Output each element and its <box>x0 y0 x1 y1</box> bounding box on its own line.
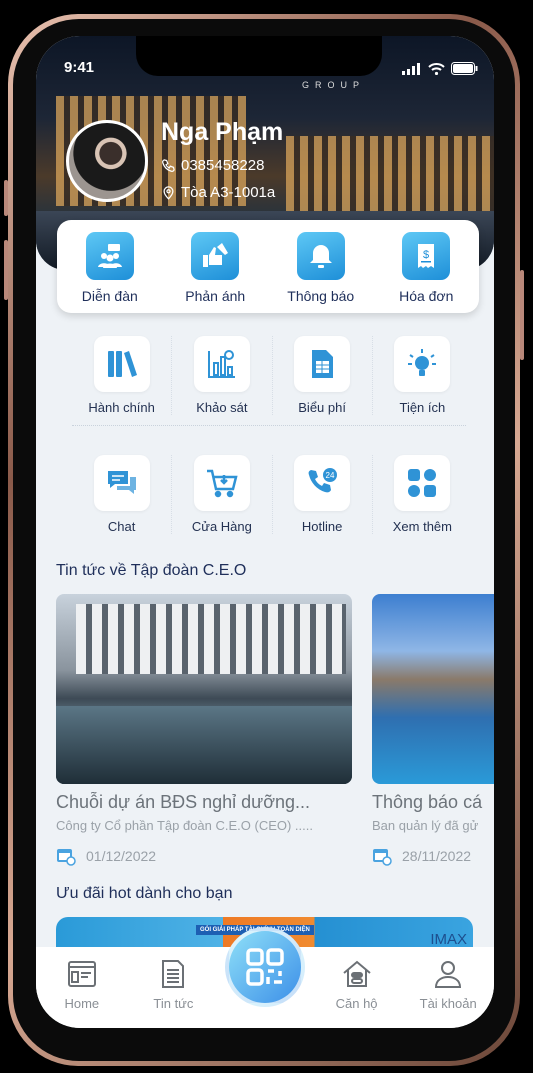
service-item[interactable]: Biểu phí <box>273 336 373 415</box>
side-button <box>520 270 524 360</box>
service-item[interactable]: Tiện ích <box>373 336 472 415</box>
qr-scan-button[interactable] <box>225 927 305 1007</box>
service-label: Khảo sát <box>196 400 248 415</box>
quick-action-1[interactable]: Phản ánh <box>163 220 269 313</box>
quick-action-0[interactable]: Diễn đàn <box>57 220 163 313</box>
service-label: Chat <box>107 519 136 534</box>
qr-code-icon <box>246 948 284 986</box>
quick-action-label: Diễn đàn <box>81 288 138 304</box>
news-image <box>372 594 494 784</box>
calendar-clock-icon <box>57 849 76 866</box>
service-item[interactable]: Khảo sát <box>172 336 273 415</box>
nav-label: Home <box>64 996 100 1011</box>
news-title: Chuỗi dự án BĐS nghỉ dưỡng... <box>56 792 311 812</box>
signal-icon <box>402 62 420 75</box>
quick-action-label: Phản ánh <box>185 288 246 304</box>
user-name: Nga Phạm <box>161 118 284 146</box>
side-button <box>4 180 8 216</box>
service-item[interactable]: Xem thêm <box>373 455 472 534</box>
binders-icon <box>93 336 150 392</box>
news-subtitle: Công ty Cổ phần Tập đoàn C.E.O (CEO) ...… <box>56 818 313 833</box>
nav-item[interactable]: Home <box>36 947 128 1028</box>
user-phone: 0385458228 <box>161 157 264 174</box>
more-grid-icon <box>394 455 451 511</box>
feedback-icon <box>191 232 240 280</box>
quick-action-3[interactable]: $ Hóa đơn <box>374 220 480 313</box>
service-label: Hành chính <box>88 400 155 415</box>
apartment-icon <box>342 959 372 992</box>
news-image <box>56 594 352 784</box>
chat-icon <box>93 455 150 511</box>
cart-icon <box>193 455 250 511</box>
invoice-icon: $ <box>402 232 451 280</box>
service-label: Tiện ích <box>399 400 446 415</box>
nav-label: Căn hộ <box>335 996 378 1011</box>
hotline-24-icon: 24 <box>294 455 351 511</box>
avatar[interactable] <box>66 120 148 202</box>
side-button <box>4 240 8 300</box>
status-icons <box>402 62 478 75</box>
news-card[interactable]: Thông báo cá Ban quản lý đã gử 28/11/202… <box>372 594 494 866</box>
nav-item[interactable]: Tin tức <box>128 947 220 1028</box>
home-news-icon <box>67 959 97 992</box>
location-pin-icon <box>163 186 174 200</box>
fee-table-icon <box>294 336 351 392</box>
calendar-clock-icon <box>373 849 392 866</box>
service-label: Cửa Hàng <box>191 519 252 534</box>
status-time: 9:41 <box>64 59 95 76</box>
news-date: 01/12/2022 <box>86 848 157 864</box>
service-label: Hotline <box>301 519 343 534</box>
service-label: Biểu phí <box>298 400 346 415</box>
news-title: Thông báo cá <box>372 792 483 812</box>
quick-action-label: Hóa đơn <box>399 288 454 304</box>
service-item[interactable]: 24 Hotline <box>273 455 373 534</box>
user-address: Tòa A3-1001a <box>161 184 275 201</box>
service-item[interactable]: Cửa Hàng <box>172 455 273 534</box>
nav-label: Tin tức <box>153 996 194 1011</box>
service-item[interactable]: Hành chính <box>72 336 173 415</box>
wifi-icon <box>428 62 445 75</box>
app-screen: 9:41 GROUP Nga Phạm 0385458228 Tòa A3-10… <box>36 36 494 1028</box>
quick-action-2[interactable]: Thông báo <box>268 220 374 313</box>
brand-text: GROUP <box>302 80 366 90</box>
quick-action-label: Thông báo <box>287 288 355 304</box>
lightbulb-icon <box>394 336 451 392</box>
banner-brand: IMAX <box>430 931 467 948</box>
nav-item[interactable]: Căn hộ <box>311 947 403 1028</box>
services-row-2: Chat Cửa Hàng 24 Hotline Xem thêm <box>72 455 472 534</box>
battery-icon <box>451 62 478 75</box>
news-section-title: Tin tức về Tập đoàn C.E.O <box>56 562 247 579</box>
phone-icon <box>162 159 175 172</box>
divider <box>72 425 466 426</box>
survey-chart-icon <box>193 336 250 392</box>
notch <box>136 36 382 76</box>
svg-text:24: 24 <box>326 471 335 480</box>
document-icon <box>158 959 188 992</box>
nav-item[interactable]: Tài khoản <box>402 947 494 1028</box>
forum-icon <box>85 232 134 280</box>
services-row-1: Hành chính Khảo sát Biểu phí Tiện ích <box>72 336 472 415</box>
news-card[interactable]: Chuỗi dự án BĐS nghỉ dưỡng... Công ty Cổ… <box>56 594 352 866</box>
svg-text:$: $ <box>423 249 429 261</box>
nav-label: Tài khoản <box>419 996 477 1011</box>
service-label: Xem thêm <box>392 519 452 534</box>
news-subtitle: Ban quản lý đã gử <box>372 818 479 833</box>
offers-section-title: Ưu đãi hot dành cho bạn <box>56 885 233 902</box>
quick-actions-card: Diễn đàn Phản ánh Thông báo $ Hóa đơn <box>57 220 479 313</box>
user-icon <box>433 959 463 992</box>
news-date: 28/11/2022 <box>402 848 472 864</box>
service-item[interactable]: Chat <box>72 455 173 534</box>
bell-icon <box>296 232 345 280</box>
